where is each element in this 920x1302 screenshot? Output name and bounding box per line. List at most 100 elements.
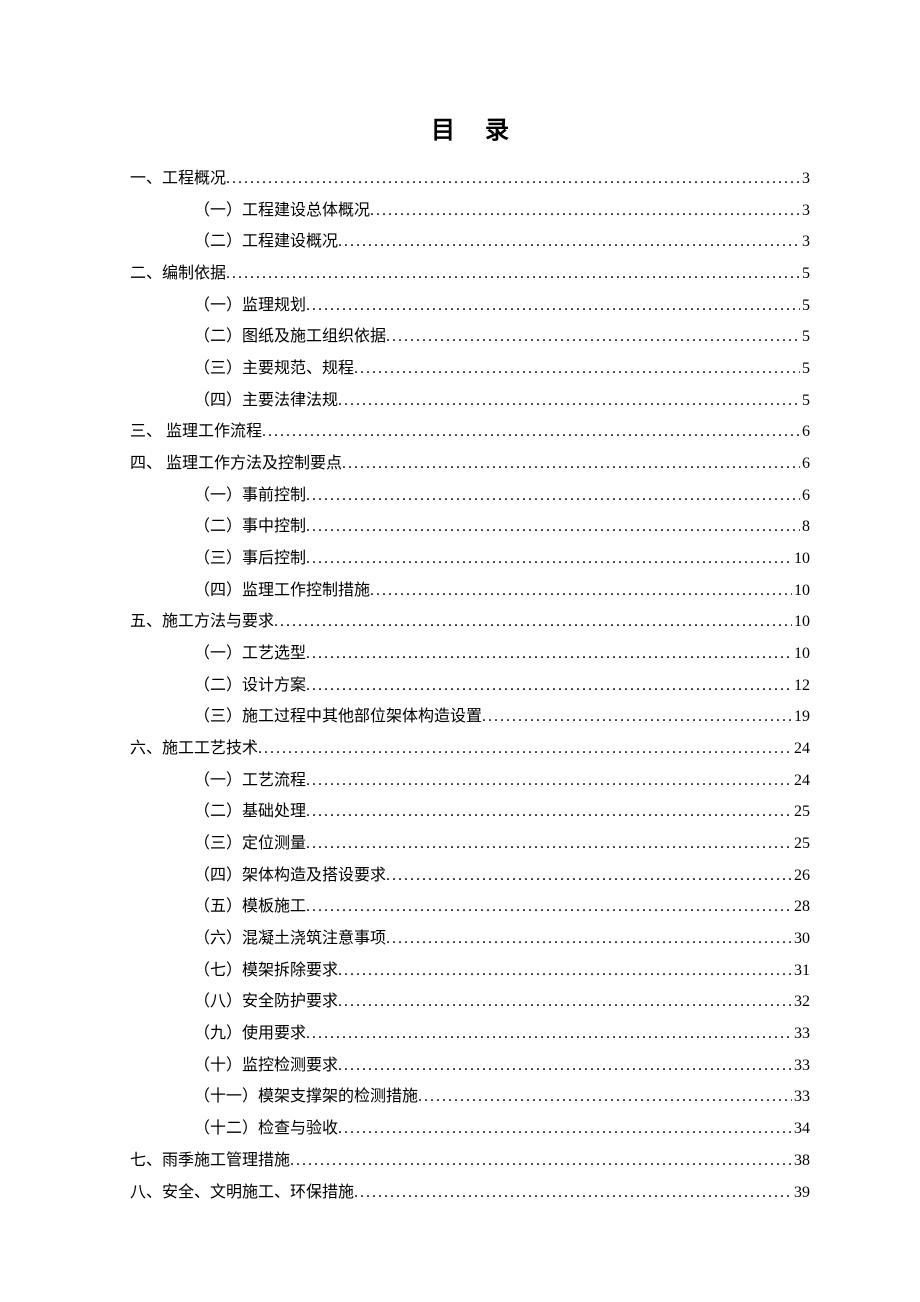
- toc-entry[interactable]: （四）架体构造及搭设要求 26: [130, 860, 810, 892]
- toc-entry[interactable]: （八）安全防护要求 32: [130, 986, 810, 1018]
- toc-entry[interactable]: （十一）模架支撑架的检测措施 33: [130, 1081, 810, 1113]
- toc-leader-dots: [354, 353, 800, 385]
- document-page: 目录 一、工程概况3（一）工程建设总体概况3（二）工程建设概况3二、编制依据5（…: [0, 0, 920, 1268]
- toc-leader-dots: [306, 891, 792, 923]
- toc-entry-page: 5: [800, 353, 810, 385]
- toc-leader-dots: [418, 1081, 792, 1113]
- toc-entry-label: （九）使用要求: [194, 1018, 306, 1050]
- toc-leader-dots: [338, 385, 800, 417]
- toc-leader-dots: [386, 321, 800, 353]
- toc-leader-dots: [338, 1050, 792, 1082]
- toc-entry-label: （十二）检查与验收: [194, 1113, 338, 1145]
- toc-entry[interactable]: （二）设计方案12: [130, 670, 810, 702]
- toc-leader-dots: [370, 195, 800, 227]
- toc-entry-label: （十）监控检测要求: [194, 1050, 338, 1082]
- toc-entry-page: 3: [800, 163, 810, 195]
- toc-entry-label: （二）工程建设概况: [194, 226, 338, 258]
- toc-entry-page: 38: [792, 1145, 810, 1177]
- toc-entry-page: 5: [800, 385, 810, 417]
- toc-leader-dots: [306, 1018, 792, 1050]
- toc-entry-page: 6: [800, 448, 810, 480]
- toc-entry-page: 39: [792, 1177, 810, 1209]
- toc-entry-label: 六、施工工艺技术: [130, 733, 258, 765]
- toc-entry[interactable]: （四）主要法律法规 5: [130, 385, 810, 417]
- toc-leader-dots: [274, 606, 792, 638]
- toc-entry-page: 3: [800, 226, 810, 258]
- toc-entry[interactable]: （一）监理规划5: [130, 290, 810, 322]
- toc-entry[interactable]: （二）事中控制8: [130, 511, 810, 543]
- toc-leader-dots: [306, 765, 792, 797]
- toc-entry[interactable]: （三）主要规范、规程5: [130, 353, 810, 385]
- toc-title: 目录: [130, 110, 810, 145]
- toc-entry-label: （八）安全防护要求: [194, 986, 338, 1018]
- toc-entry[interactable]: 二、编制依据5: [130, 258, 810, 290]
- toc-leader-dots: [306, 480, 800, 512]
- toc-entry[interactable]: （六）混凝土浇筑注意事项30: [130, 923, 810, 955]
- toc-container: 一、工程概况3（一）工程建设总体概况3（二）工程建设概况3二、编制依据5（一）监…: [130, 163, 810, 1208]
- toc-entry[interactable]: （三）事后控制 10: [130, 543, 810, 575]
- toc-entry[interactable]: （三）定位测量25: [130, 828, 810, 860]
- toc-entry[interactable]: （十二）检查与验收 34: [130, 1113, 810, 1145]
- toc-leader-dots: [306, 638, 792, 670]
- toc-leader-dots: [338, 955, 792, 987]
- toc-entry-label: （二）事中控制: [194, 511, 306, 543]
- toc-entry-page: 10: [792, 606, 810, 638]
- toc-entry-page: 24: [792, 765, 810, 797]
- toc-entry[interactable]: （二）图纸及施工组织依据5: [130, 321, 810, 353]
- toc-entry-page: 30: [792, 923, 810, 955]
- toc-entry[interactable]: （一）事前控制6: [130, 480, 810, 512]
- toc-entry-label: （一）监理规划: [194, 290, 306, 322]
- toc-entry-label: （十一）模架支撑架的检测措施: [194, 1081, 418, 1113]
- toc-leader-dots: [482, 701, 792, 733]
- toc-leader-dots: [338, 226, 800, 258]
- toc-entry-page: 34: [792, 1113, 810, 1145]
- toc-leader-dots: [306, 670, 792, 702]
- toc-entry-label: （一）工艺选型: [194, 638, 306, 670]
- toc-entry[interactable]: （一）工程建设总体概况3: [130, 195, 810, 227]
- toc-entry-label: （五）模板施工: [194, 891, 306, 923]
- toc-entry[interactable]: 七、雨季施工管理措施38: [130, 1145, 810, 1177]
- toc-entry-page: 19: [792, 701, 810, 733]
- toc-entry-label: （三）定位测量: [194, 828, 306, 860]
- toc-entry[interactable]: 四、 监理工作方法及控制要点6: [130, 448, 810, 480]
- toc-entry[interactable]: （七）模架拆除要求31: [130, 955, 810, 987]
- toc-entry[interactable]: 三、 监理工作流程6: [130, 416, 810, 448]
- toc-entry-page: 32: [792, 986, 810, 1018]
- toc-entry-page: 5: [800, 321, 810, 353]
- toc-entry-label: （二）设计方案: [194, 670, 306, 702]
- toc-entry[interactable]: （三）施工过程中其他部位架体构造设置19: [130, 701, 810, 733]
- toc-entry[interactable]: （四）监理工作控制措施10: [130, 575, 810, 607]
- toc-entry-label: （四）主要法律法规: [194, 385, 338, 417]
- toc-entry[interactable]: （一）工艺选型10: [130, 638, 810, 670]
- toc-entry-page: 26: [792, 860, 810, 892]
- toc-entry-label: 二、编制依据: [130, 258, 226, 290]
- toc-leader-dots: [226, 163, 800, 195]
- toc-entry-label: （一）事前控制: [194, 480, 306, 512]
- toc-entry-page: 33: [792, 1050, 810, 1082]
- toc-entry[interactable]: （十）监控检测要求 33: [130, 1050, 810, 1082]
- toc-entry-label: （四）架体构造及搭设要求: [194, 860, 386, 892]
- toc-leader-dots: [226, 258, 800, 290]
- toc-entry-label: 五、施工方法与要求: [130, 606, 274, 638]
- toc-entry[interactable]: 六、施工工艺技术24: [130, 733, 810, 765]
- toc-entry[interactable]: （二）基础处理25: [130, 796, 810, 828]
- toc-entry[interactable]: 五、施工方法与要求 10: [130, 606, 810, 638]
- toc-leader-dots: [306, 290, 800, 322]
- toc-entry-page: 10: [792, 543, 810, 575]
- toc-entry-page: 33: [792, 1018, 810, 1050]
- toc-leader-dots: [306, 796, 792, 828]
- toc-entry[interactable]: 八、安全、文明施工、环保措施39: [130, 1177, 810, 1209]
- toc-entry[interactable]: 一、工程概况3: [130, 163, 810, 195]
- toc-leader-dots: [338, 1113, 792, 1145]
- toc-entry[interactable]: （一）工艺流程24: [130, 765, 810, 797]
- toc-leader-dots: [370, 575, 792, 607]
- toc-entry-page: 33: [792, 1081, 810, 1113]
- toc-leader-dots: [306, 511, 800, 543]
- toc-entry-page: 25: [792, 796, 810, 828]
- toc-entry[interactable]: （二）工程建设概况 3: [130, 226, 810, 258]
- toc-entry-label: （三）事后控制: [194, 543, 306, 575]
- toc-entry[interactable]: （五）模板施工28: [130, 891, 810, 923]
- toc-entry-label: 三、 监理工作流程: [130, 416, 262, 448]
- toc-leader-dots: [290, 1145, 792, 1177]
- toc-entry[interactable]: （九）使用要求 33: [130, 1018, 810, 1050]
